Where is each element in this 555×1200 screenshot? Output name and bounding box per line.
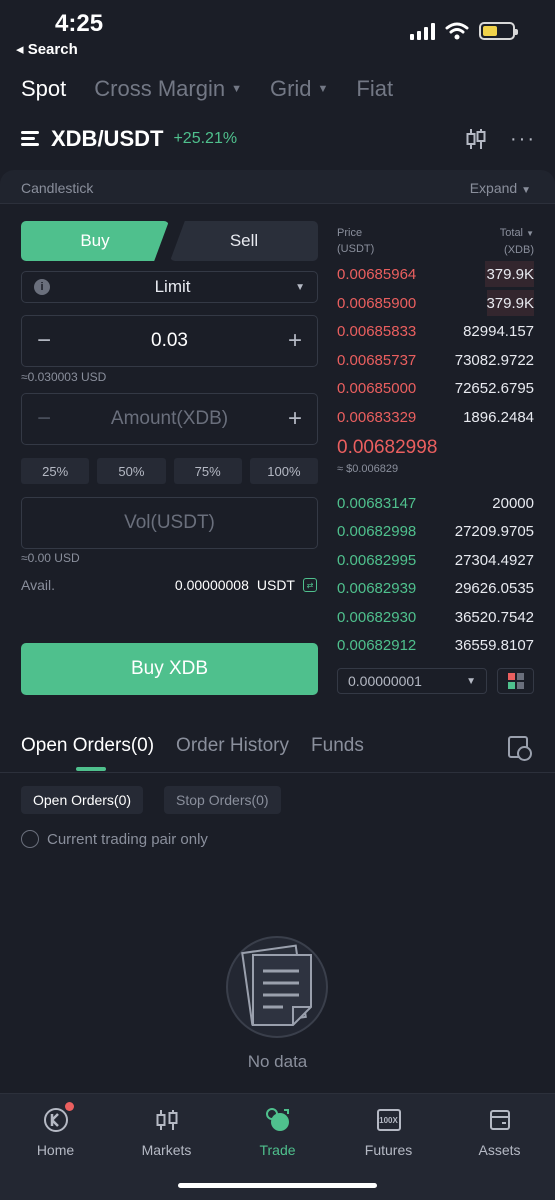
pair-menu-icon[interactable]	[21, 131, 43, 147]
divider	[0, 772, 555, 773]
decrease-amount-button[interactable]: −	[34, 405, 54, 433]
ask-row[interactable]: 0.00685900 379.9K	[337, 290, 534, 316]
ask-row[interactable]: 0.00685833 82994.157	[337, 318, 534, 344]
order-type-value: Limit	[154, 277, 191, 296]
current-pair-filter[interactable]: Current trading pair only	[21, 830, 208, 848]
tab-spot[interactable]: Spot	[21, 76, 66, 102]
chart-label: Candlestick	[21, 180, 94, 196]
tab-fiat[interactable]: Fiat	[356, 76, 393, 102]
tab-open-orders[interactable]: Open Orders(0)	[21, 735, 154, 757]
caret-down-icon: ▼	[231, 83, 242, 95]
markets-icon	[153, 1106, 181, 1134]
amount-field[interactable]: − Amount(XDB) +	[21, 393, 318, 445]
market-type-tabs: Spot Cross Margin ▼ Grid ▼ Fiat	[21, 76, 393, 102]
price-header: Price	[337, 227, 363, 239]
price-hint: ≈0.030003 USD	[21, 370, 107, 384]
wifi-icon	[445, 22, 469, 40]
total-header[interactable]: Total ▼	[500, 225, 534, 242]
precision-select[interactable]: 0.00000001 ▼	[337, 668, 487, 694]
order-type-select[interactable]: i Limit ▼	[21, 271, 318, 303]
order-history-icon[interactable]	[508, 736, 532, 761]
tab-grid[interactable]: Grid ▼	[270, 76, 328, 102]
precision-value: 0.00000001	[348, 673, 422, 689]
assets-icon	[486, 1106, 514, 1134]
tab-order-history[interactable]: Order History	[176, 735, 289, 757]
last-price: 0.00682998	[337, 437, 438, 458]
ask-row[interactable]: 0.00685000 72652.6795	[337, 375, 534, 401]
book-layout-icon[interactable]	[497, 668, 534, 694]
percent-buttons: 25% 50% 75% 100%	[21, 458, 318, 484]
price-unit: (USDT)	[337, 243, 375, 255]
home-icon	[42, 1102, 74, 1134]
percent-75-button[interactable]: 75%	[173, 458, 242, 484]
futures-icon: 100X	[375, 1106, 403, 1134]
avail-unit: USDT	[256, 577, 295, 593]
pair-header: XDB/USDT +25.21% ···	[21, 126, 536, 152]
increase-price-button[interactable]: +	[285, 327, 305, 355]
more-options-icon[interactable]: ···	[510, 128, 536, 151]
no-data-label: No data	[247, 1052, 308, 1071]
nav-home[interactable]: Home	[0, 1094, 111, 1200]
ask-row[interactable]: 0.00685964 379.9K	[337, 261, 534, 287]
avail-label: Avail.	[21, 577, 55, 593]
last-price-usd: ≈ $0.006829	[337, 463, 399, 475]
avail-value: 0.00000008	[174, 577, 249, 593]
ask-row[interactable]: 0.00685737 73082.9722	[337, 347, 534, 373]
volume-placeholder[interactable]: Vol(USDT)	[34, 512, 305, 534]
orders-tabs: Open Orders(0) Order History Funds	[21, 735, 364, 757]
signal-icon	[410, 22, 435, 40]
order-book-header: Price (USDT) Total ▼ (XDB)	[337, 225, 534, 258]
sell-tab[interactable]: Sell	[170, 221, 318, 261]
increase-amount-button[interactable]: +	[285, 405, 305, 433]
back-label: Search	[27, 41, 78, 58]
pair-change: +25.21%	[173, 130, 238, 147]
status-icons	[410, 22, 518, 40]
bid-row[interactable]: 0.00682930 36520.7542	[337, 604, 534, 630]
bid-row[interactable]: 0.00682995 27304.4927	[337, 547, 534, 573]
home-indicator	[178, 1183, 377, 1188]
candlestick-chart-icon[interactable]	[466, 128, 486, 150]
status-time: 4:25	[55, 10, 104, 37]
total-unit: (XDB)	[504, 244, 534, 256]
caret-down-icon: ▼	[466, 675, 476, 687]
back-to-search[interactable]: ◂ Search	[16, 40, 78, 58]
buy-submit-button[interactable]: Buy XDB	[21, 643, 318, 695]
ask-row[interactable]: 0.00683329 1896.2484	[337, 404, 534, 430]
info-icon[interactable]: i	[34, 279, 50, 295]
tab-cross-margin[interactable]: Cross Margin ▼	[94, 76, 242, 102]
current-pair-label: Current trading pair only	[47, 830, 208, 848]
decrease-price-button[interactable]: −	[34, 327, 54, 355]
bid-row[interactable]: 0.00682939 29626.0535	[337, 575, 534, 601]
tab-funds[interactable]: Funds	[311, 735, 364, 757]
bid-row[interactable]: 0.00683147 20000	[337, 490, 534, 516]
active-tab-indicator	[76, 767, 106, 771]
chip-stop-orders[interactable]: Stop Orders(0)	[164, 786, 281, 814]
nav-assets[interactable]: Assets	[444, 1094, 555, 1200]
expand-chart-button[interactable]: Expand ▼	[470, 180, 531, 196]
caret-down-icon: ▼	[521, 185, 531, 196]
transfer-icon[interactable]: ⇄	[303, 578, 317, 592]
battery-icon	[479, 22, 518, 40]
caret-down-icon: ▼	[526, 229, 534, 238]
amount-placeholder[interactable]: Amount(XDB)	[54, 408, 285, 430]
no-data-illustration	[226, 936, 328, 1038]
chip-open-orders[interactable]: Open Orders(0)	[21, 786, 144, 814]
radio-icon[interactable]	[21, 830, 39, 848]
bid-row[interactable]: 0.00682912 36559.8107	[337, 632, 534, 658]
pair-name[interactable]: XDB/USDT	[51, 126, 163, 152]
percent-50-button[interactable]: 50%	[97, 458, 166, 484]
percent-25-button[interactable]: 25%	[21, 458, 90, 484]
price-field[interactable]: − 0.03 +	[21, 315, 318, 367]
bid-row[interactable]: 0.00682998 27209.9705	[337, 518, 534, 544]
buy-tab[interactable]: Buy	[21, 221, 169, 261]
avail-balance: 0.00000008 USDT ⇄	[175, 577, 317, 593]
percent-100-button[interactable]: 100%	[249, 458, 318, 484]
caret-down-icon: ▼	[317, 83, 329, 95]
volume-hint: ≈0.00 USD	[21, 551, 80, 565]
trade-icon	[264, 1106, 292, 1134]
volume-field[interactable]: Vol(USDT)	[21, 497, 318, 549]
caret-down-icon: ▼	[295, 281, 305, 293]
notification-dot	[64, 1102, 74, 1111]
price-value[interactable]: 0.03	[54, 330, 285, 352]
